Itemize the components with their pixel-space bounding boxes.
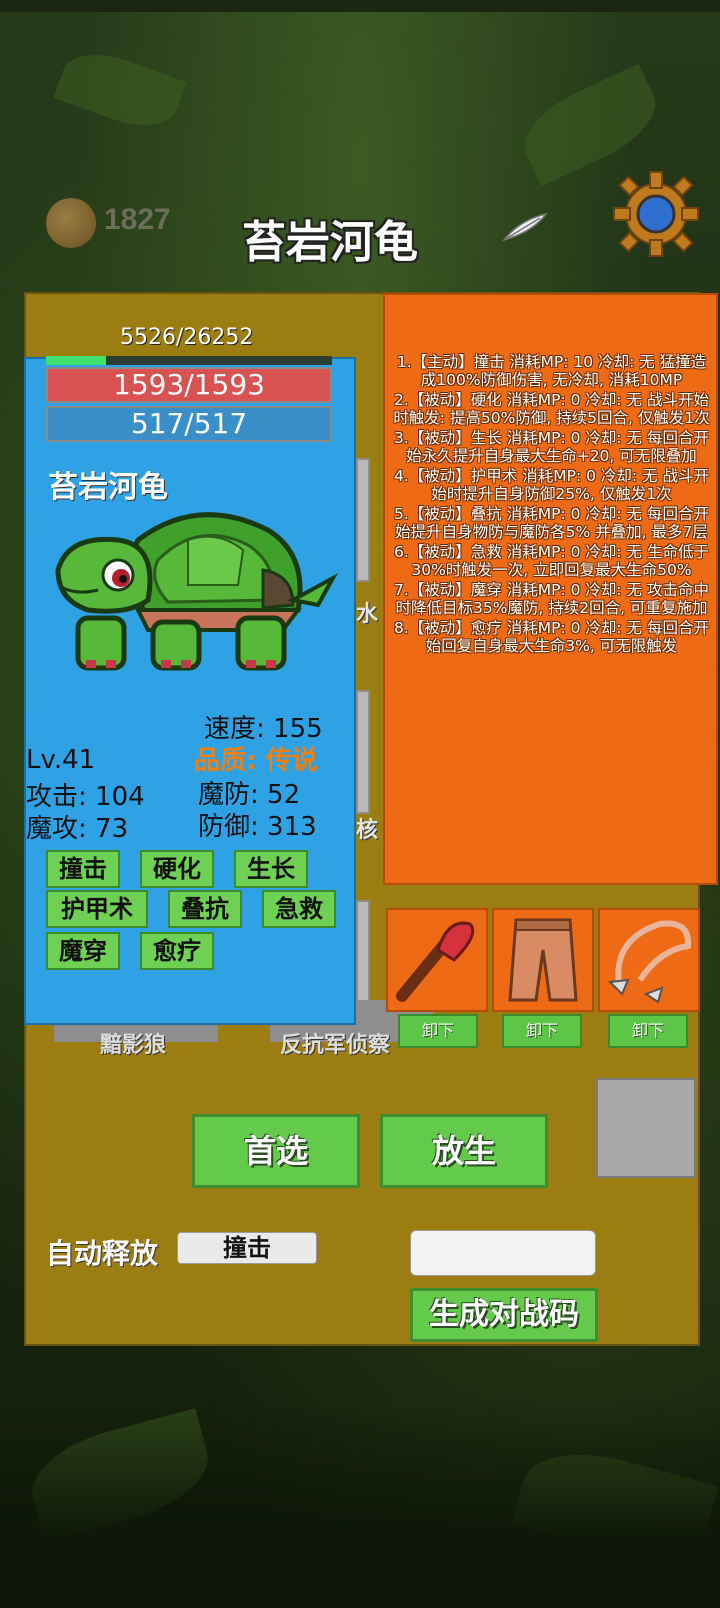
foreground-foliage bbox=[0, 1400, 720, 1608]
pet-slot[interactable] bbox=[356, 690, 370, 814]
skill-button[interactable]: 急救 bbox=[262, 890, 336, 928]
pet-slot[interactable] bbox=[356, 458, 370, 582]
auto-release-label: 自动释放 bbox=[46, 1237, 159, 1270]
equipment-slot-accessory[interactable] bbox=[598, 908, 700, 1012]
skill-description: 2.【被动】硬化 消耗MP: 0 冷却: 无 战斗开始时触发: 提高50%防御,… bbox=[393, 391, 710, 427]
magic-attack-stat: 魔攻: 73 bbox=[26, 814, 129, 844]
auto-release-select[interactable]: 撞击 bbox=[177, 1232, 317, 1264]
prefer-button[interactable]: 首选 bbox=[192, 1114, 360, 1188]
skill-description: 8.【被动】愈疗 消耗MP: 0 冷却: 无 每回合开始回复自身最大生命3%, … bbox=[394, 619, 709, 655]
turtle-sprite bbox=[55, 512, 338, 671]
hp-bar: 1593/1593 bbox=[46, 367, 332, 403]
skill-description: 3.【被动】生长 消耗MP: 0 冷却: 无 每回合开始永久提升自身最大生命+2… bbox=[394, 429, 709, 465]
pet-slot-label: 黯影狼 bbox=[100, 1033, 167, 1058]
level-stat: Lv.41 bbox=[26, 745, 96, 775]
skill-description: 6.【被动】急救 消耗MP: 0 冷却: 无 生命低于30%时触发一次, 立即回… bbox=[394, 543, 709, 579]
page-title: 苔岩河龟 bbox=[242, 217, 418, 268]
skill-description: 5.【被动】叠抗 消耗MP: 0 冷却: 无 每回合开始提升自身物防与魔防各5%… bbox=[394, 505, 709, 541]
unequip-button[interactable]: 卸下 bbox=[608, 1014, 688, 1048]
status-bar bbox=[0, 0, 720, 12]
release-button[interactable]: 放生 bbox=[380, 1114, 548, 1188]
skill-button[interactable]: 叠抗 bbox=[168, 890, 242, 928]
mp-bar: 517/517 bbox=[46, 406, 332, 442]
exp-text: 5526/26252 bbox=[120, 325, 254, 350]
skill-button[interactable]: 生长 bbox=[234, 850, 308, 888]
feather-icon[interactable] bbox=[500, 210, 550, 244]
skill-description: 4.【被动】护甲术 消耗MP: 0 冷却: 无 战斗开始时提升自身防御25%, … bbox=[394, 467, 709, 503]
equipment-slot-armor[interactable] bbox=[492, 908, 594, 1012]
exp-bar-fill bbox=[46, 356, 107, 365]
skill-button[interactable]: 硬化 bbox=[140, 850, 214, 888]
skill-description: 7.【被动】魔穿 消耗MP: 0 冷却: 无 攻击命中时降低目标35%魔防, 持… bbox=[394, 581, 709, 617]
pants-icon bbox=[508, 918, 578, 1002]
club-icon bbox=[396, 921, 475, 1002]
skill-description-panel: 1.【主动】撞击 消耗MP: 10 冷却: 无 猛撞造成100%防御伤害, 无冷… bbox=[383, 293, 718, 885]
pet-slot-label: 核 bbox=[356, 818, 379, 843]
equipment-slot-weapon[interactable] bbox=[386, 908, 488, 1012]
exp-bar bbox=[46, 356, 332, 365]
pet-slot-label: 反抗军侦察 bbox=[280, 1033, 391, 1058]
skill-button[interactable]: 魔穿 bbox=[46, 932, 120, 970]
pet-slot-label: 水 bbox=[356, 602, 379, 627]
bow-icon bbox=[607, 920, 692, 1004]
battle-code-input[interactable] bbox=[410, 1230, 596, 1276]
skill-button[interactable]: 护甲术 bbox=[46, 890, 148, 928]
unequip-button[interactable]: 卸下 bbox=[502, 1014, 582, 1048]
skill-button[interactable]: 愈疗 bbox=[140, 932, 214, 970]
unequip-button[interactable]: 卸下 bbox=[398, 1014, 478, 1048]
skill-description: 1.【主动】撞击 消耗MP: 10 冷却: 无 猛撞造成100%防御伤害, 无冷… bbox=[396, 353, 707, 389]
defense-stat: 防御: 313 bbox=[198, 812, 317, 842]
gear-icon[interactable] bbox=[612, 170, 700, 258]
generate-battle-code-button[interactable]: 生成对战码 bbox=[410, 1288, 598, 1342]
empty-slot[interactable] bbox=[596, 1078, 696, 1178]
quality-stat: 品质: 传说 bbox=[194, 746, 318, 776]
pet-slot[interactable] bbox=[356, 900, 370, 1004]
skill-button[interactable]: 撞击 bbox=[46, 850, 120, 888]
